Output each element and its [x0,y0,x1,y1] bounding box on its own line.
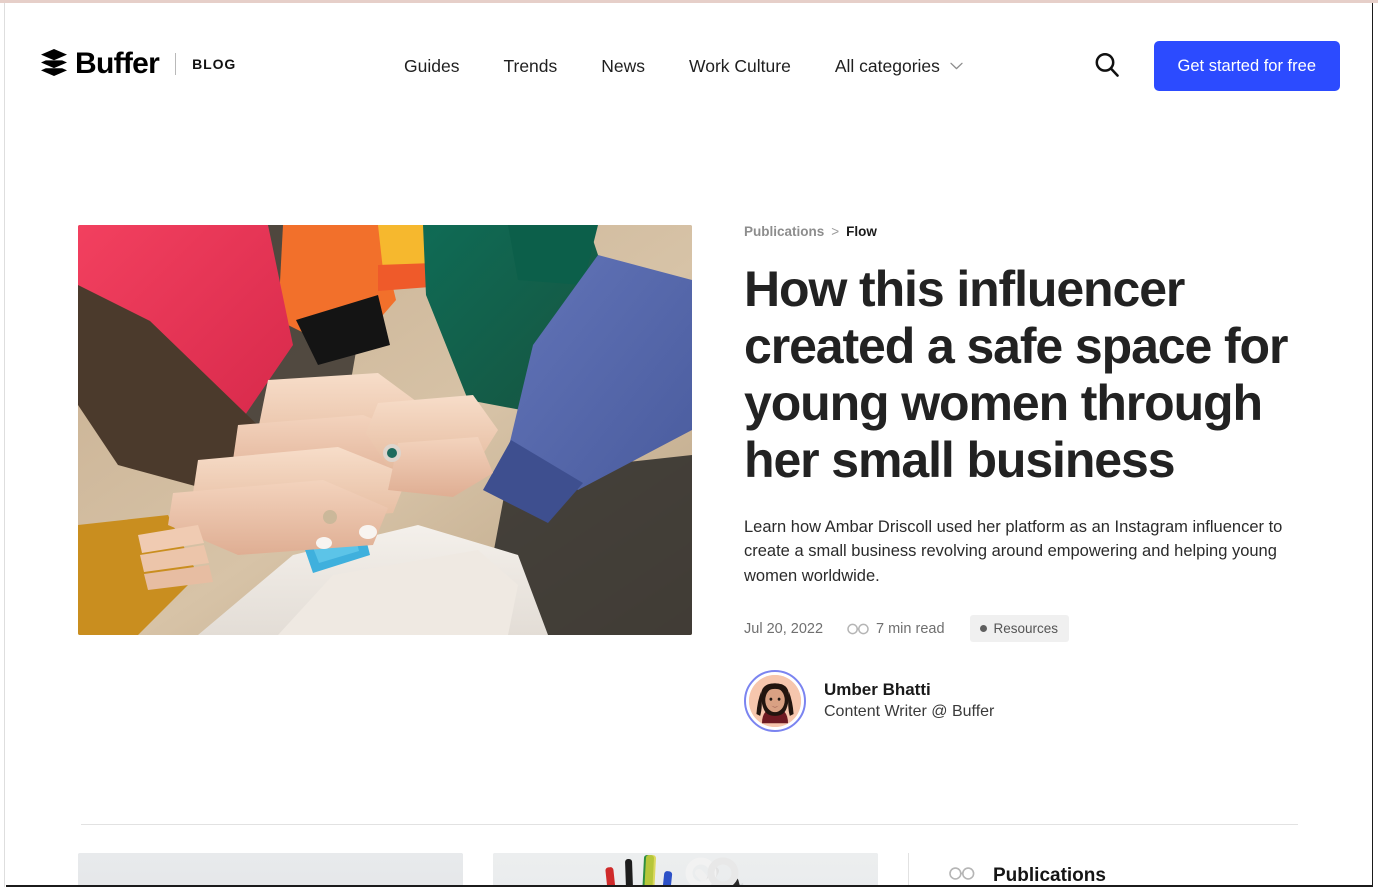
read-time-label: 7 min read [876,620,945,637]
window-left-border [4,3,5,887]
nav-item-work-culture[interactable]: Work Culture [689,49,791,83]
header-actions: Get started for free [1092,41,1340,91]
breadcrumb-publications[interactable]: Publications [744,225,824,239]
brand-subtitle: BLOG [192,56,237,72]
nav-item-news[interactable]: News [601,49,645,83]
avatar [744,670,806,732]
brand-divider [175,53,177,75]
page-content: Buffer BLOG Guides Trends News Work Cult… [6,3,1372,885]
article-title[interactable]: How this influencer created a safe space… [744,261,1300,489]
glasses-icon [949,867,975,885]
chevron-down-icon [950,62,963,70]
post-card-image [78,853,463,885]
browser-viewport: Buffer BLOG Guides Trends News Work Cult… [0,0,1378,887]
article-tag-resources[interactable]: Resources [969,615,1070,642]
breadcrumb: Publications > Flow [744,225,1300,239]
post-card-image [493,853,878,885]
article-date: Jul 20, 2022 [744,620,824,637]
search-icon [1092,50,1122,83]
article-excerpt: Learn how Ambar Driscoll used her platfo… [744,517,1283,585]
latest-posts-section: Publications [78,825,1300,885]
article-read-time: 7 min read [847,621,945,637]
tag-label: Resources [993,621,1059,636]
publications-header: Publications [949,865,1300,885]
nav-item-guides[interactable]: Guides [404,49,459,83]
nav-dropdown-all-categories[interactable]: All categories [835,49,963,83]
brand-name: Buffer [75,47,160,80]
publications-column: Publications [908,853,1300,885]
glasses-icon [847,623,869,635]
article-meta-row: Jul 20, 2022 7 min read Resources [744,615,1300,642]
hero-article-image[interactable] [78,225,692,635]
brand-logo: Buffer [40,47,160,80]
hero-text-column: Publications > Flow How this influencer … [692,225,1300,732]
tag-dot-icon [979,625,987,632]
get-started-button[interactable]: Get started for free [1153,41,1340,91]
author-info: Umber Bhatti Content Writer @ Buffer [824,679,994,723]
author-name: Umber Bhatti [824,680,931,699]
hero-article: Publications > Flow How this influencer … [78,125,1300,732]
post-card[interactable] [78,853,463,885]
post-card[interactable] [493,853,878,885]
main-navigation: Guides Trends News Work Culture All cate… [404,49,963,83]
search-button[interactable] [1092,51,1122,81]
avatar-image [749,675,801,727]
buffer-layers-icon [40,49,68,79]
article-author[interactable]: Umber Bhatti Content Writer @ Buffer [744,670,1300,732]
breadcrumb-flow[interactable]: Flow [846,225,877,239]
breadcrumb-separator: > [831,224,840,239]
brand-logo-link[interactable]: Buffer BLOG [40,49,236,79]
nav-dropdown-label: All categories [834,56,940,76]
author-role: Content Writer @ Buffer [824,703,995,720]
publications-title: Publications [993,865,1106,885]
site-header: Buffer BLOG Guides Trends News Work Cult… [6,3,1372,125]
nav-item-trends[interactable]: Trends [503,49,557,83]
